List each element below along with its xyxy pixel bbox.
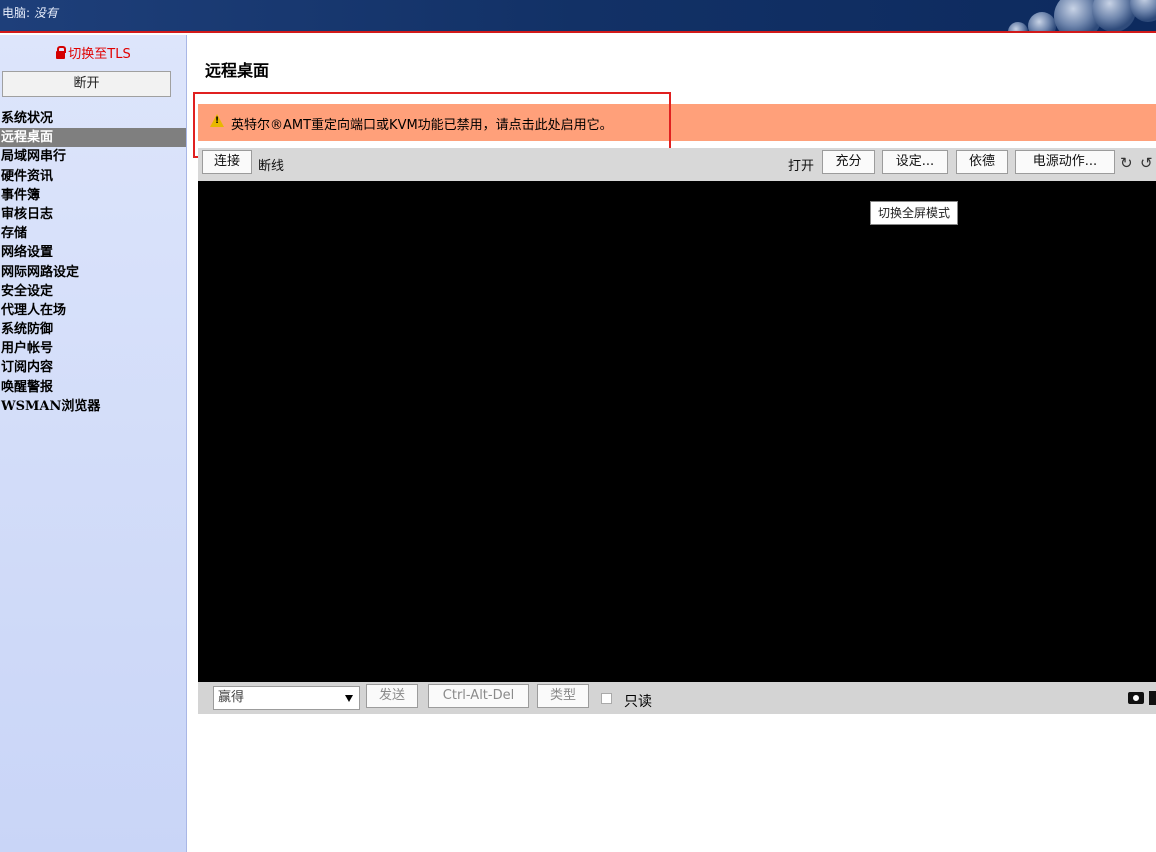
main-content: 远程桌面 英特尔®AMT重定向端口或KVM功能已禁用，请点击此处启用它。 连接 … [188, 35, 1156, 852]
sidebar-item-subscriptions[interactable]: 订阅内容 [0, 358, 186, 377]
computer-label: 电脑: 没有 [2, 4, 58, 21]
computer-label-text: 电脑: [2, 6, 34, 20]
sidebar-nav: 系统状况 远程桌面 局域网串行 硬件资讯 事件簿 审核日志 存储 网络设置 网际… [0, 109, 186, 416]
switch-to-tls-link[interactable]: 切换至TLS [0, 43, 187, 62]
sidebar-item-event-log[interactable]: 事件簿 [0, 186, 186, 205]
ctrl-alt-del-button[interactable]: Ctrl-Alt-Del [428, 684, 529, 708]
power-actions-button[interactable]: 电源动作... [1015, 150, 1115, 174]
readonly-checkbox[interactable] [601, 693, 612, 704]
sidebar-item-storage[interactable]: 存储 [0, 224, 186, 243]
sidebar-item-wake-alarms[interactable]: 唤醒警报 [0, 378, 186, 397]
type-button[interactable]: 类型 [537, 684, 589, 708]
record-video-icon[interactable] [1149, 691, 1156, 705]
rotate-clockwise-icon[interactable]: ↻ [1120, 154, 1133, 172]
page-title: 远程桌面 [205, 61, 270, 80]
disconnect-button[interactable]: 断开 [2, 71, 171, 97]
computer-name: 没有 [33, 6, 58, 20]
fill-button[interactable]: 充分 [822, 150, 875, 174]
sidebar-item-lan-serial[interactable]: 局域网串行 [0, 147, 186, 166]
send-button[interactable]: 发送 [366, 684, 418, 708]
top-bar: 电脑: 没有 [0, 0, 1156, 33]
sidebar-item-system-defense[interactable]: 系统防御 [0, 320, 186, 339]
sidebar-item-hardware-info[interactable]: 硬件资讯 [0, 167, 186, 186]
sidebar-item-remote-desktop[interactable]: 远程桌面 [0, 128, 186, 148]
screenshot-camera-icon[interactable] [1128, 692, 1144, 704]
sidebar: 切换至TLS 断开 系统状况 远程桌面 局域网串行 硬件资讯 事件簿 审核日志 … [0, 35, 187, 852]
key-sequence-select[interactable]: 赢得 [213, 686, 360, 710]
dropdown-arrow-icon [345, 695, 353, 702]
sidebar-item-internet-settings[interactable]: 网际网路设定 [0, 263, 186, 282]
sidebar-item-agent-presence[interactable]: 代理人在场 [0, 301, 186, 320]
open-label: 打开 [788, 159, 815, 174]
sidebar-item-system-status[interactable]: 系统状况 [0, 109, 186, 128]
sidebar-item-network-settings[interactable]: 网络设置 [0, 243, 186, 262]
switch-to-tls-label: 切换至TLS [68, 47, 131, 62]
sidebar-item-security-settings[interactable]: 安全设定 [0, 282, 186, 301]
sidebar-item-wsman-browser[interactable]: WSMAN浏览器 [0, 397, 186, 416]
disconnect-link[interactable]: 断线 [258, 155, 284, 174]
unlock-icon [56, 46, 67, 59]
sidebar-item-audit-log[interactable]: 审核日志 [0, 205, 186, 224]
remote-desktop-toolbar: 连接 断线 打开 充分 设定... 依德 电源动作... ↻ ↺ [198, 148, 1156, 181]
remote-desktop-screen[interactable] [198, 181, 1156, 682]
fullscreen-tooltip: 切换全屏模式 [870, 201, 959, 225]
sidebar-item-user-accounts[interactable]: 用户帐号 [0, 339, 186, 358]
remote-desktop-bottombar: 赢得 发送 Ctrl-Alt-Del 类型 只读 [198, 682, 1156, 714]
key-sequence-select-value: 赢得 [218, 690, 245, 705]
rotate-counterclockwise-icon[interactable]: ↺ [1140, 154, 1153, 172]
depend-button[interactable]: 依德 [956, 150, 1008, 174]
header-bubbles-graphic [996, 0, 1156, 31]
connect-button[interactable]: 连接 [202, 150, 252, 174]
settings-button[interactable]: 设定... [882, 150, 948, 174]
readonly-label: 只读 [624, 694, 652, 710]
